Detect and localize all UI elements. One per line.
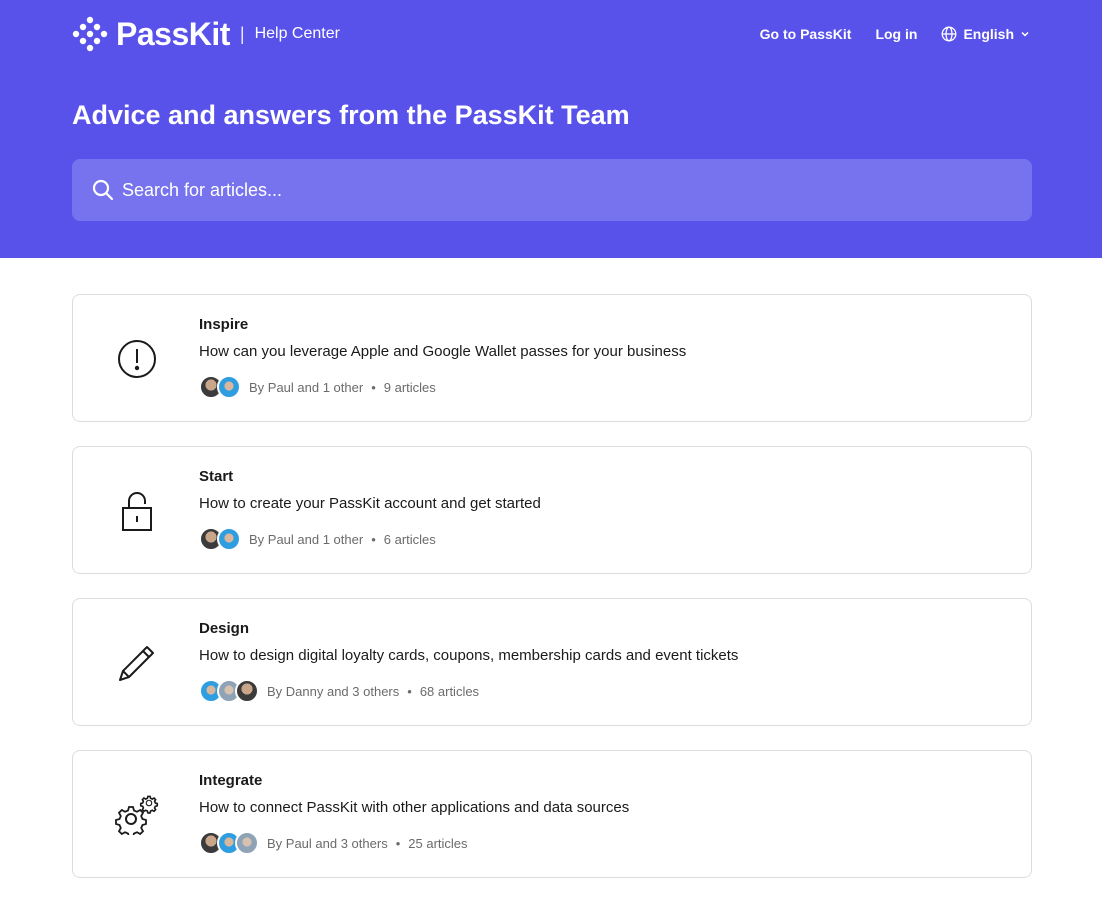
author-avatars [199,527,241,551]
collection-description: How can you leverage Apple and Google Wa… [199,343,687,360]
collection-title: Integrate [199,772,263,789]
page-title: Advice and answers from the PassKit Team [72,100,630,130]
help-center-label: Help Center [254,25,340,42]
search-input[interactable] [122,179,1002,201]
collection-authors: By Paul and 1 other [249,379,364,395]
meta-separator: • [407,683,412,699]
login-link[interactable]: Log in [875,26,917,42]
collection-authors: By Paul and 3 others [267,835,388,851]
collection-article-count: 6 articles [383,531,436,547]
meta-separator: • [395,835,401,851]
author-avatars [199,679,259,703]
hero-header: PassKit | Help Center Go to PassKit Log … [0,0,1102,258]
collection-card-inspire[interactable]: Inspire How can you leverage Apple and G… [72,294,1032,422]
collection-meta: By Danny and 3 others • 68 articles [199,679,479,703]
collection-card-start[interactable]: Start How to create your PassKit account… [72,446,1032,574]
brand-name: PassKit [116,16,230,52]
search-bar[interactable] [72,159,1032,221]
collection-description: How to design digital loyalty cards, cou… [199,647,739,664]
globe-icon [941,26,957,42]
collection-description: How to create your PassKit account and g… [199,495,541,512]
collection-article-count: 68 articles [419,683,480,699]
collection-card-integrate[interactable]: Integrate How to connect PassKit with ot… [72,750,1032,878]
avatar [235,679,259,703]
pencil-icon [113,639,161,687]
author-avatars [199,375,241,399]
collection-title: Inspire [199,316,249,333]
avatar [217,375,241,399]
padlock-icon [113,487,161,535]
collection-meta: By Paul and 3 others • 25 articles [199,831,468,855]
collection-title: Start [199,468,234,485]
brand-separator: | [239,23,245,44]
avatar [235,831,259,855]
brand[interactable]: PassKit | Help Center [72,16,340,52]
chevron-down-icon [1021,31,1029,37]
meta-separator: • [371,379,376,395]
search-icon [92,179,114,201]
go-to-passkit-link[interactable]: Go to PassKit [760,26,852,42]
collection-article-count: 25 articles [408,835,468,851]
collections-list: Inspire How can you leverage Apple and G… [72,294,1032,902]
top-bar: PassKit | Help Center Go to PassKit Log … [72,14,1030,54]
collection-meta: By Paul and 1 other • 9 articles [199,375,436,399]
passkit-logo-icon [72,16,108,52]
collection-authors: By Danny and 3 others [267,683,400,699]
language-label: English [963,26,1014,42]
collection-description: How to connect PassKit with other applic… [199,799,630,816]
top-nav: Go to PassKit Log in English [760,26,1030,42]
gears-icon [113,791,161,839]
collection-meta: By Paul and 1 other • 6 articles [199,527,436,551]
collection-authors: By Paul and 1 other [249,531,364,547]
exclamation-circle-icon [113,335,161,383]
language-selector[interactable]: English [941,26,1030,42]
meta-separator: • [371,531,376,547]
collection-card-design[interactable]: Design How to design digital loyalty car… [72,598,1032,726]
collection-article-count: 9 articles [383,379,436,395]
collection-title: Design [199,620,250,637]
avatar [217,527,241,551]
author-avatars [199,831,259,855]
